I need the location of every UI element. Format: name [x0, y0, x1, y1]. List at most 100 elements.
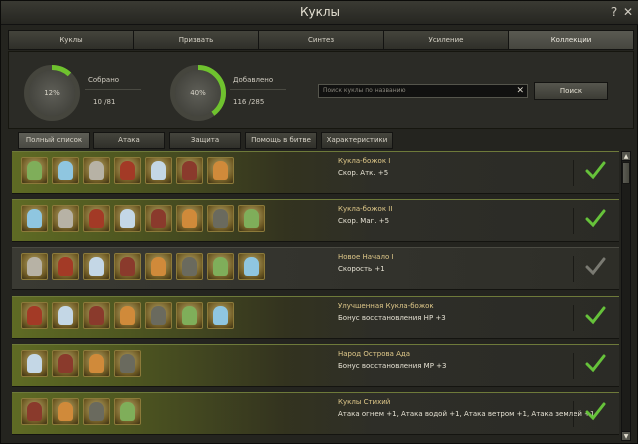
collection-row[interactable]: Улучшенная Кукла-божок Бонус восстановлен…: [12, 296, 619, 339]
doll-portrait-icon[interactable]: [207, 302, 234, 329]
collection-name: Куклы Стихий: [338, 398, 391, 406]
scroll-up-icon[interactable]: ▲: [621, 151, 631, 161]
doll-portrait-icon[interactable]: [52, 302, 79, 329]
doll-portrait-icon[interactable]: [207, 205, 234, 232]
doll-figure: [120, 402, 135, 421]
doll-figure: [244, 257, 259, 276]
doll-portrait-icon[interactable]: [114, 205, 141, 232]
doll-figure: [213, 257, 228, 276]
doll-portrait-icon[interactable]: [83, 398, 110, 425]
completed-check-icon: [585, 354, 606, 373]
doll-portrait-icon[interactable]: [52, 253, 79, 280]
doll-figure: [58, 209, 73, 228]
row-divider: [573, 353, 574, 379]
doll-figure: [182, 257, 197, 276]
window-title: Куклы: [299, 5, 340, 19]
added-percent: 40%: [190, 89, 206, 97]
collection-bonus: Бонус восстановления MP +3: [338, 362, 447, 370]
doll-portrait-icon[interactable]: [83, 157, 110, 184]
doll-portrait-icon[interactable]: [52, 205, 79, 232]
doll-figure: [151, 209, 166, 228]
search-button[interactable]: Поиск: [534, 82, 608, 100]
collected-percent: 12%: [44, 89, 60, 97]
clear-search-icon[interactable]: ✕: [516, 85, 524, 97]
doll-portrait-icon[interactable]: [52, 157, 79, 184]
filter-full-list[interactable]: Полный список: [18, 132, 90, 149]
titlebar: Куклы ? ✕: [1, 1, 638, 25]
tab-dolls[interactable]: Куклы: [8, 30, 133, 50]
row-divider: [573, 305, 574, 331]
doll-portrait-icon[interactable]: [176, 253, 203, 280]
doll-portrait-icon[interactable]: [114, 302, 141, 329]
doll-portrait-icon[interactable]: [176, 157, 203, 184]
collection-row[interactable]: Народ Острова Ада Бонус восстановления MP…: [12, 344, 619, 387]
completed-check-icon: [585, 306, 606, 325]
completed-check-icon: [585, 402, 606, 421]
doll-portrait-icon[interactable]: [145, 302, 172, 329]
collected-label: Собрано: [88, 76, 120, 84]
doll-figure: [58, 306, 73, 325]
filter-defense[interactable]: Защита: [169, 132, 241, 149]
doll-portrait-icon[interactable]: [145, 253, 172, 280]
doll-portrait-icon[interactable]: [145, 157, 172, 184]
doll-portrait-icon[interactable]: [176, 302, 203, 329]
doll-figure: [120, 354, 135, 373]
close-button[interactable]: ✕: [621, 4, 635, 20]
scrollbar-track[interactable]: [621, 151, 631, 441]
collection-row[interactable]: Кукла-божок I Скор. Атк. +5: [12, 151, 619, 194]
doll-figure: [213, 161, 228, 180]
tab-enhance[interactable]: Усиление: [383, 30, 508, 50]
doll-portrait-icon[interactable]: [21, 205, 48, 232]
added-divider: [230, 89, 286, 90]
doll-portrait-icon[interactable]: [21, 350, 48, 377]
collection-name: Народ Острова Ада: [338, 350, 411, 358]
doll-figure: [89, 402, 104, 421]
doll-portrait-icon[interactable]: [21, 302, 48, 329]
doll-portrait-icon[interactable]: [83, 205, 110, 232]
collection-row[interactable]: Кукла-божок II Скор. Маг. +5: [12, 199, 619, 242]
doll-figure: [58, 161, 73, 180]
doll-figure: [151, 161, 166, 180]
doll-portrait-icon[interactable]: [176, 205, 203, 232]
scrollbar-thumb[interactable]: [622, 162, 630, 184]
doll-portrait-icon[interactable]: [114, 350, 141, 377]
doll-portrait-icon[interactable]: [83, 253, 110, 280]
doll-portrait-icon[interactable]: [21, 398, 48, 425]
doll-portrait-icon[interactable]: [114, 253, 141, 280]
doll-portrait-icon[interactable]: [114, 398, 141, 425]
help-button[interactable]: ?: [607, 4, 621, 20]
doll-portrait-icon[interactable]: [21, 253, 48, 280]
doll-figure: [27, 161, 42, 180]
collection-row[interactable]: Новое Начало I Скорость +1: [12, 247, 619, 290]
doll-portrait-icon[interactable]: [83, 350, 110, 377]
doll-figure: [27, 209, 42, 228]
search-input[interactable]: Поиск куклы по названию ✕: [318, 84, 528, 98]
filter-stats[interactable]: Характеристики: [321, 132, 393, 149]
doll-portrait-icon[interactable]: [52, 398, 79, 425]
doll-portrait-icon[interactable]: [238, 205, 265, 232]
search-placeholder: Поиск куклы по названию: [323, 87, 406, 94]
doll-portrait-icon[interactable]: [145, 205, 172, 232]
doll-portrait-icon[interactable]: [114, 157, 141, 184]
tab-summon[interactable]: Призвать: [133, 30, 258, 50]
doll-figure: [182, 161, 197, 180]
doll-portrait-icon[interactable]: [207, 253, 234, 280]
doll-figure: [58, 402, 73, 421]
doll-portrait-icon[interactable]: [52, 350, 79, 377]
doll-portrait-icon[interactable]: [207, 157, 234, 184]
doll-figure: [27, 354, 42, 373]
collection-row[interactable]: Куклы Стихий Атака огнем +1, Атака водой …: [12, 392, 619, 435]
collected-progress-ring: 12%: [24, 65, 80, 121]
tab-collections[interactable]: Коллекции: [508, 30, 634, 50]
doll-portrait-icon[interactable]: [238, 253, 265, 280]
filter-battle-help[interactable]: Помощь в битве: [245, 132, 317, 149]
doll-figure: [89, 306, 104, 325]
scroll-down-icon[interactable]: ▼: [621, 431, 631, 441]
filter-attack[interactable]: Атака: [93, 132, 165, 149]
doll-figure: [89, 209, 104, 228]
doll-portrait-icon[interactable]: [83, 302, 110, 329]
doll-portrait-icon[interactable]: [21, 157, 48, 184]
tab-synthesis[interactable]: Синтез: [258, 30, 383, 50]
doll-figure: [89, 257, 104, 276]
row-divider: [573, 208, 574, 234]
